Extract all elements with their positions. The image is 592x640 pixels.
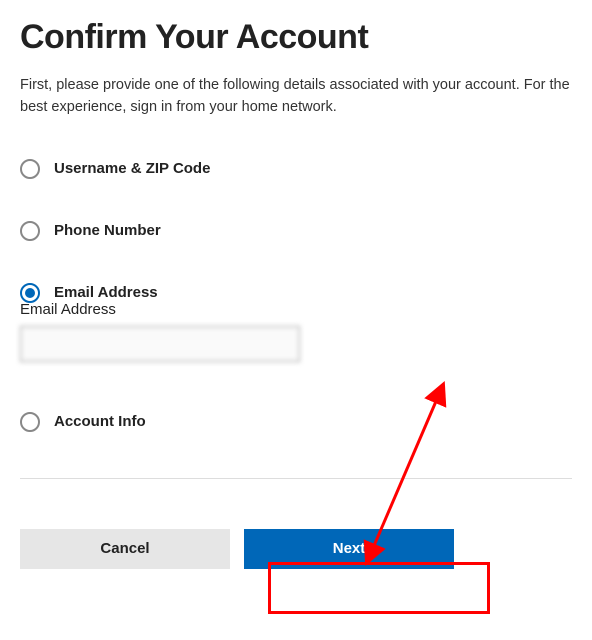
email-field-group: Email Address — [20, 301, 572, 362]
next-button[interactable]: Next — [244, 529, 454, 569]
radio-icon-selected — [20, 283, 40, 303]
option-email[interactable]: Email Address — [20, 283, 572, 303]
option-label: Phone Number — [54, 222, 161, 239]
radio-icon — [20, 221, 40, 241]
page-subtitle: First, please provide one of the followi… — [20, 75, 572, 119]
option-phone[interactable]: Phone Number — [20, 221, 572, 241]
cancel-button[interactable]: Cancel — [20, 529, 230, 569]
option-label: Email Address — [54, 284, 158, 301]
option-label: Account Info — [54, 413, 146, 430]
page-title: Confirm Your Account — [20, 18, 572, 57]
email-field[interactable] — [20, 326, 300, 362]
button-row: Cancel Next — [20, 529, 572, 569]
divider — [20, 478, 572, 479]
option-username-zip[interactable]: Username & ZIP Code — [20, 159, 572, 179]
radio-icon — [20, 159, 40, 179]
email-field-label: Email Address — [20, 301, 572, 318]
annotation-highlight — [268, 562, 490, 614]
radio-icon — [20, 412, 40, 432]
option-account-info[interactable]: Account Info — [20, 412, 572, 432]
option-label: Username & ZIP Code — [54, 160, 210, 177]
verification-options: Username & ZIP Code Phone Number Email A… — [20, 159, 572, 462]
